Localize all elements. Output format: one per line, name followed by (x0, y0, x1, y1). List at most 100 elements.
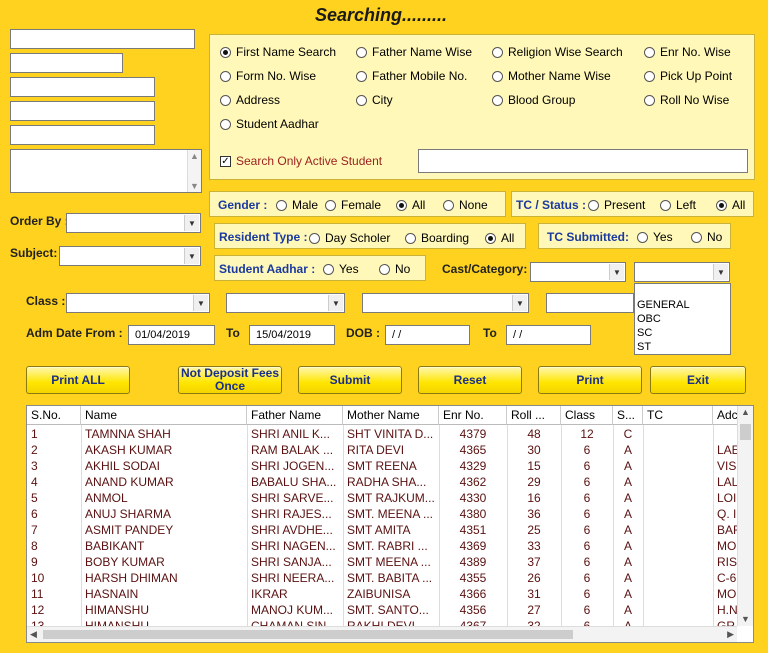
table-cell: ANUJ SHARMA (85, 507, 172, 521)
section-select[interactable]: ▼ (226, 293, 345, 313)
radio-icon (325, 199, 336, 211)
gender-female[interactable]: Female (325, 198, 381, 212)
option-father-name[interactable]: Father Name Wise (356, 45, 472, 59)
option-enr-no[interactable]: Enr No. Wise (644, 45, 731, 59)
radio-icon (276, 199, 287, 211)
scroll-down-icon[interactable]: ▼ (741, 614, 750, 624)
table-cell (643, 490, 713, 506)
address-memo[interactable]: ▲ ▼ (10, 149, 202, 193)
class-filter-select-3[interactable]: ▼ (362, 293, 529, 313)
table-cell: A (623, 443, 632, 457)
radio-icon (356, 70, 367, 82)
exit-button[interactable]: Exit (650, 366, 746, 394)
column-header[interactable]: S.No. (27, 406, 81, 425)
scroll-right-icon[interactable]: ▶ (727, 629, 734, 640)
column-header[interactable]: Adc (713, 406, 739, 425)
table-cell: SHRI ANIL K... (251, 427, 330, 441)
grid-vertical-scrollbar[interactable]: ▲ ▼ (737, 406, 753, 626)
option-student-aadhar[interactable]: Student Aadhar (220, 117, 319, 131)
submit-button[interactable]: Submit (298, 366, 402, 394)
tc-status-all[interactable]: All (716, 198, 745, 212)
cast-category-select-2[interactable]: ▼ (634, 262, 730, 282)
option-address[interactable]: Address (220, 93, 280, 107)
dob-to-input[interactable]: / / (506, 325, 591, 345)
option-father-mobile[interactable]: Father Mobile No. (356, 69, 467, 83)
adm-date-from-input[interactable]: 01/04/2019 (128, 325, 215, 345)
class-filter-input[interactable] (546, 293, 634, 313)
table-cell: 31 (527, 587, 541, 601)
dob-from-input[interactable]: / / (385, 325, 470, 345)
option-city[interactable]: City (356, 93, 393, 107)
column-header[interactable]: TC (643, 406, 713, 425)
gender-male[interactable]: Male (276, 198, 318, 212)
cast-category-select[interactable]: ▼ (530, 262, 626, 282)
option-first-name[interactable]: First Name Search (220, 45, 336, 59)
aadhar-no[interactable]: No (379, 262, 410, 276)
aadhar-yes[interactable]: Yes (323, 262, 359, 276)
cast-category-label: Cast/Category: (442, 262, 528, 276)
column-header[interactable]: Enr No. (439, 406, 507, 425)
gender-none[interactable]: None (443, 198, 488, 212)
search-input-4[interactable] (10, 101, 155, 121)
tc-submitted-yes[interactable]: Yes (637, 230, 673, 244)
table-cell: 4366 (459, 587, 487, 601)
table-cell: 30 (527, 443, 541, 457)
column-header[interactable]: Name (81, 406, 247, 425)
not-deposit-fees-button[interactable]: Not Deposit Fees Once (178, 366, 282, 394)
tc-submitted-no[interactable]: No (691, 230, 722, 244)
order-by-select[interactable]: ▼ (66, 213, 201, 233)
search-input-1[interactable] (10, 29, 195, 49)
column-header[interactable]: Father Name (247, 406, 343, 425)
table-cell: 37 (527, 555, 541, 569)
table-cell: SHRI JOGEN... (251, 459, 335, 473)
table-cell: A (623, 523, 632, 537)
tc-status-present[interactable]: Present (588, 198, 645, 212)
grid-horizontal-scrollbar[interactable]: ◀ ▶ (27, 626, 737, 642)
resident-all[interactable]: All (485, 231, 514, 245)
radio-icon (405, 232, 416, 244)
search-text-input[interactable] (418, 149, 748, 173)
tc-status-left[interactable]: Left (660, 198, 696, 212)
student-grid[interactable]: S.No. Name Father Name Mother Name Enr No. Ro… (26, 405, 754, 643)
table-cell: MANOJ KUM... (251, 603, 334, 617)
dropdown-option[interactable]: GENERAL (635, 298, 730, 312)
resident-day-scholer[interactable]: Day Scholer (309, 231, 390, 245)
scroll-up-icon[interactable]: ▲ (741, 407, 750, 417)
scroll-left-icon[interactable]: ◀ (30, 629, 37, 640)
class-select[interactable]: ▼ (66, 293, 210, 313)
cast-category-dropdown[interactable]: GENERAL OBC SC ST (634, 283, 731, 355)
column-header[interactable]: S... (613, 406, 643, 425)
table-cell: 6 (583, 587, 591, 601)
column-header[interactable]: Class (561, 406, 613, 425)
column-header[interactable]: Roll ... (507, 406, 561, 425)
subject-select[interactable]: ▼ (59, 246, 201, 266)
option-pick-up-point[interactable]: Pick Up Point (644, 69, 732, 83)
search-input-3[interactable] (10, 77, 155, 97)
dropdown-option[interactable]: SC (635, 326, 730, 340)
gender-all[interactable]: All (396, 198, 425, 212)
radio-icon (492, 46, 503, 58)
memo-scrollbar[interactable]: ▲ ▼ (187, 150, 201, 192)
column-header[interactable]: Mother Name (343, 406, 439, 425)
resident-boarding[interactable]: Boarding (405, 231, 469, 245)
scroll-thumb[interactable] (740, 424, 751, 440)
option-roll-no[interactable]: Roll No Wise (644, 93, 729, 107)
reset-button[interactable]: Reset (418, 366, 522, 394)
order-by-label: Order By : (10, 214, 69, 228)
adm-date-from-label: Adm Date From : (26, 326, 123, 340)
search-input-5[interactable] (10, 125, 155, 145)
dropdown-option[interactable]: OBC (635, 312, 730, 326)
print-button[interactable]: Print (538, 366, 642, 394)
dropdown-option[interactable]: ST (635, 340, 730, 354)
option-form-no[interactable]: Form No. Wise (220, 69, 316, 83)
table-cell: SHRI SANJA... (251, 555, 332, 569)
active-only-checkbox[interactable]: ✓ Search Only Active Student (220, 154, 382, 168)
print-all-button[interactable]: Print ALL (26, 366, 130, 394)
option-mother-name[interactable]: Mother Name Wise (492, 69, 611, 83)
option-religion[interactable]: Religion Wise Search (492, 45, 623, 59)
adm-date-to-input[interactable]: 15/04/2019 (249, 325, 335, 345)
search-input-2[interactable] (10, 53, 123, 73)
table-cell: 4365 (459, 443, 487, 457)
scroll-thumb[interactable] (43, 630, 573, 639)
option-blood-group[interactable]: Blood Group (492, 93, 575, 107)
